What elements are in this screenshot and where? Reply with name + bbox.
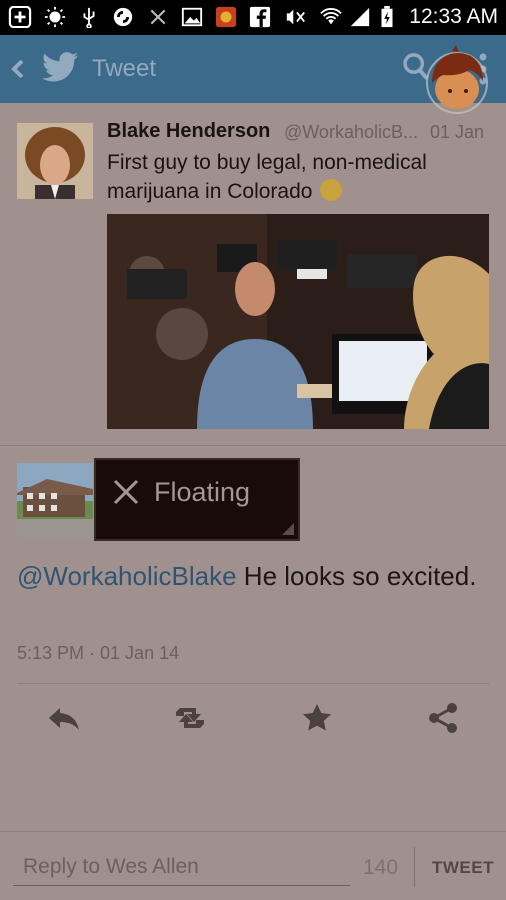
share-icon[interactable]	[425, 700, 461, 736]
brightness-icon	[44, 6, 66, 28]
tweet-text-content: First guy to buy legal, non-medical mari…	[107, 151, 427, 203]
divider	[0, 445, 506, 446]
cell-signal-icon	[350, 7, 370, 27]
signal-mute-icon	[286, 9, 305, 25]
tweet-button[interactable]: TWEET	[432, 858, 494, 878]
mention-link[interactable]: @WorkaholicBlake	[17, 561, 237, 591]
tweet-date: 01 Jan	[430, 122, 485, 142]
floating-label: Floating	[154, 477, 251, 507]
image-icon	[181, 7, 203, 27]
page-title: Tweet	[92, 55, 157, 82]
sync-icon	[113, 7, 133, 27]
add-icon	[8, 6, 32, 28]
favorite-icon[interactable]	[299, 700, 335, 736]
reply-bar: 140 TWEET	[0, 831, 506, 900]
close-icon[interactable]	[112, 478, 140, 506]
close-icon	[150, 9, 166, 25]
resize-handle[interactable]	[282, 523, 294, 535]
reply-text: @WorkaholicBlake He looks so excited.	[17, 558, 487, 595]
wifi-icon	[320, 8, 342, 25]
main-tweet[interactable]: Blake Henderson @WorkaholicB... 01 Jan F…	[0, 103, 506, 448]
tweet-text: First guy to buy legal, non-medical mari…	[107, 148, 492, 206]
divider	[414, 847, 415, 887]
reply-input[interactable]	[13, 848, 350, 886]
author-handle[interactable]: @WorkaholicB...	[284, 122, 418, 143]
reply-icon[interactable]	[46, 700, 82, 736]
divider	[17, 683, 489, 684]
retweet-icon[interactable]	[172, 700, 208, 736]
status-bar: 12:33 AM	[0, 0, 506, 35]
usb-icon	[83, 7, 95, 28]
char-count: 140	[363, 856, 399, 879]
avatar[interactable]	[17, 123, 93, 199]
chevron-left-icon[interactable]	[8, 55, 28, 83]
reply-text-content: He looks so excited.	[236, 561, 477, 591]
tweet-photo[interactable]	[107, 214, 489, 429]
author-name[interactable]: Blake Henderson	[107, 120, 270, 143]
app-icon	[215, 6, 237, 28]
laughing-emoji-icon	[320, 179, 343, 201]
facebook-icon	[249, 6, 271, 28]
status-time: 12:33 AM	[409, 5, 498, 28]
battery-icon	[381, 6, 393, 28]
reply-author-avatar[interactable]	[17, 463, 93, 539]
floating-window[interactable]: Floating	[94, 458, 300, 541]
reply-timestamp: 5:13 PM · 01 Jan 14	[17, 643, 180, 663]
twitter-bird-icon[interactable]	[42, 51, 78, 83]
